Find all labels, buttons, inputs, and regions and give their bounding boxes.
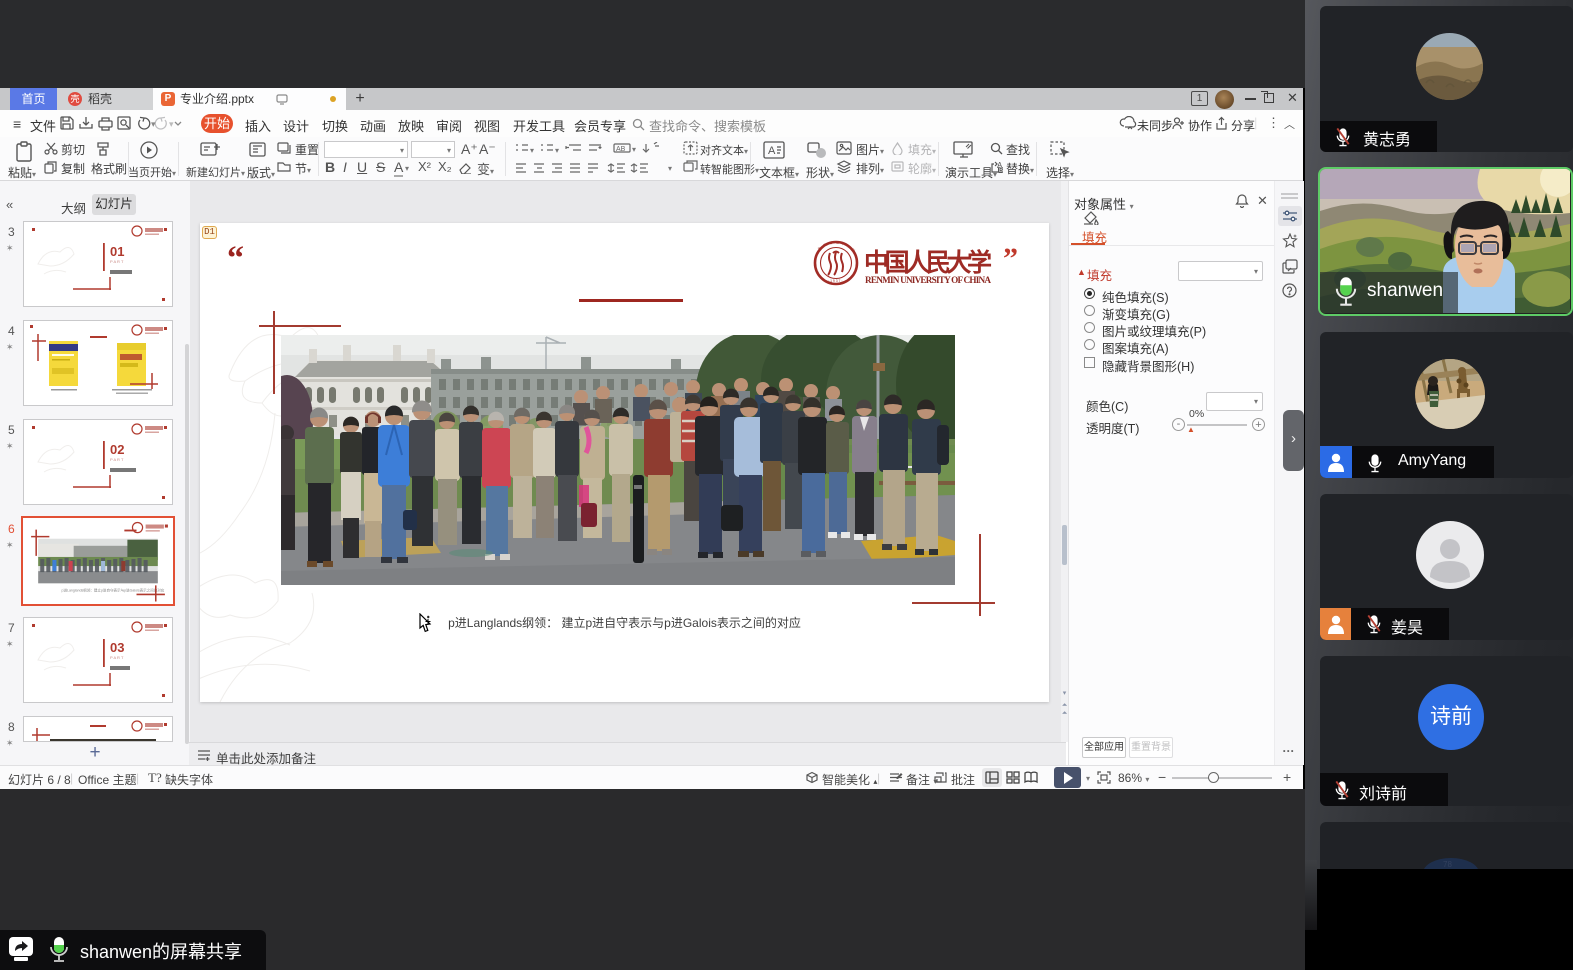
svg-text:02: 02 [110,442,124,457]
svg-text:▾: ▾ [555,146,559,155]
svg-text:03: 03 [110,640,124,655]
svg-text:A: A [768,145,776,157]
svg-text:中国人民大学: 中国人民大学 [864,248,992,277]
svg-text:M: M [836,241,839,245]
svg-text:▾: ▾ [632,145,636,154]
svg-text:P A R T: P A R T [110,259,124,264]
svg-text:· 1 9 3 7 ·: · 1 9 3 7 · [828,279,843,283]
svg-text:p进Langlands纲领：建立p进自守表示与p进Galoi: p进Langlands纲领：建立p进自守表示与p进Galois表示之间的对应 [62,587,165,592]
svg-text:RENMIN UNIVERSITY OF CHINA: RENMIN UNIVERSITY OF CHINA [865,275,991,285]
svg-text:P A R T: P A R T [110,655,124,660]
svg-text:P A R T: P A R T [110,457,124,462]
svg-text:AB: AB [616,146,626,153]
svg-text:01: 01 [110,244,124,259]
svg-text:B: B [999,168,1003,174]
svg-text:▾: ▾ [530,146,534,155]
